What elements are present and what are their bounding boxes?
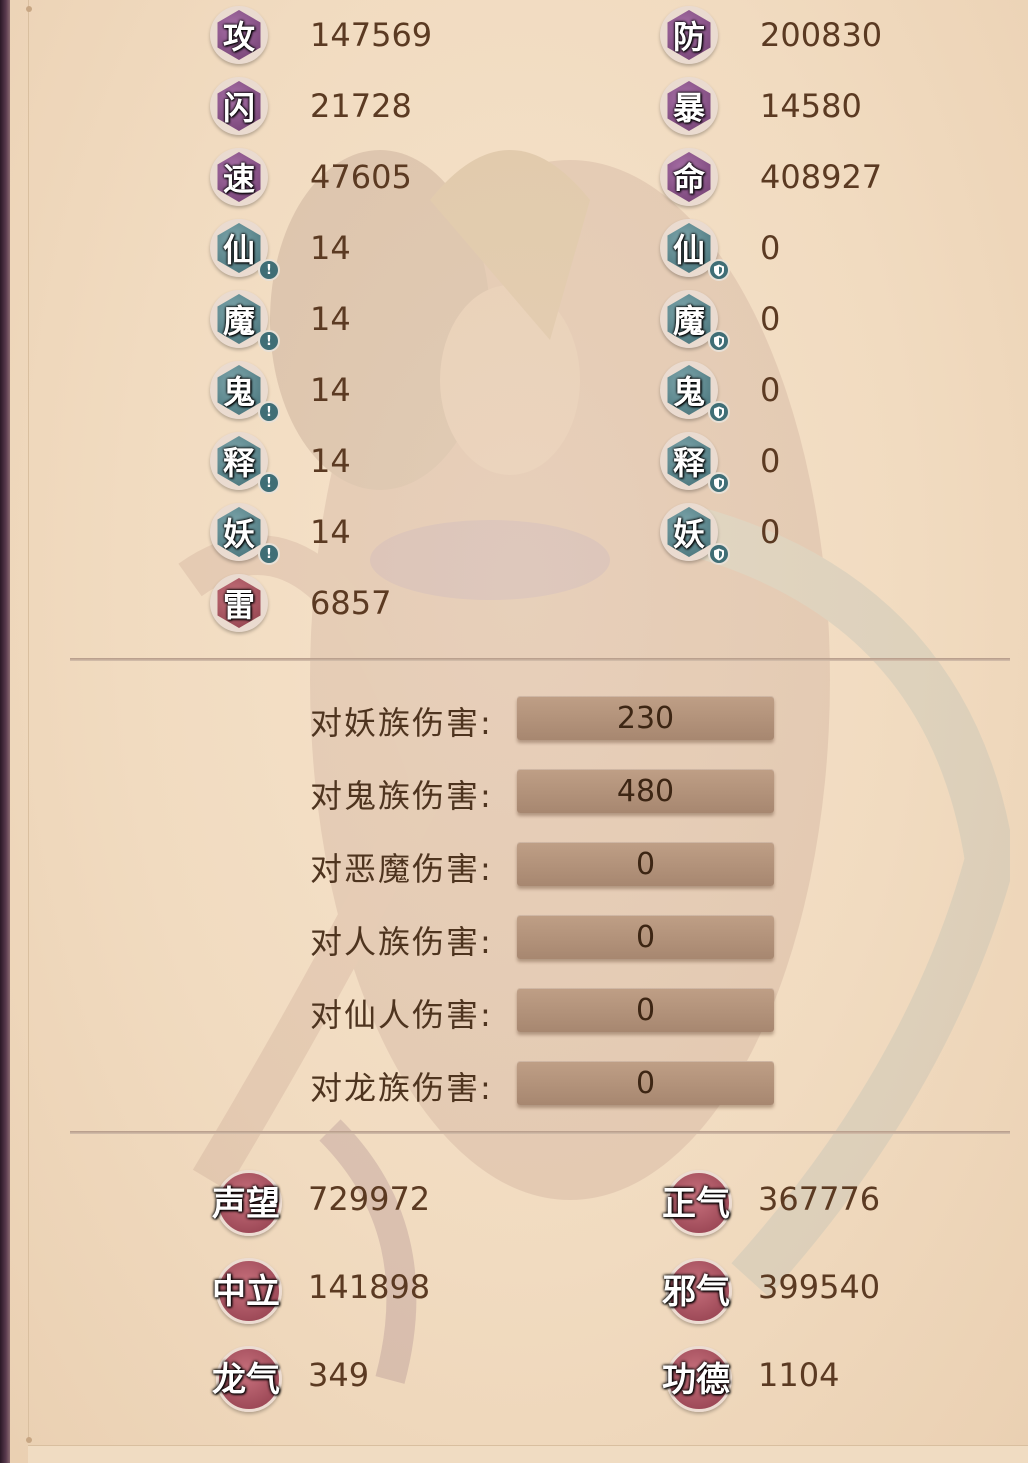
exclamation-icon: ! bbox=[258, 543, 280, 565]
reputation-label: 功德 bbox=[662, 1360, 730, 1400]
damage-value-box: 480 bbox=[517, 769, 774, 813]
reputation-label: 中立 bbox=[212, 1272, 280, 1312]
damage-value-box: 230 bbox=[517, 696, 774, 740]
panel-bottom-edge bbox=[28, 1445, 1028, 1463]
stat-icon: 仙 bbox=[667, 223, 711, 273]
stat-icon: 魔 bbox=[217, 294, 261, 344]
shield-icon bbox=[708, 401, 730, 423]
panel-rivet bbox=[26, 1437, 32, 1443]
reputation-label: 声望 bbox=[212, 1184, 280, 1224]
stat-icon: 妖 bbox=[667, 507, 711, 557]
stat-icon: 速 bbox=[217, 152, 261, 202]
stat-value: 200830 bbox=[760, 16, 883, 54]
stat-badge[interactable]: 鬼 bbox=[660, 361, 730, 423]
damage-label: 对恶魔伤害: bbox=[310, 850, 493, 888]
reputation-value: 399540 bbox=[758, 1268, 881, 1306]
exclamation-icon: ! bbox=[258, 401, 280, 423]
stat-icon: 命 bbox=[667, 152, 711, 202]
stat-value: 14 bbox=[310, 513, 351, 551]
panel-border bbox=[28, 0, 29, 1440]
damage-value-box: 0 bbox=[517, 988, 774, 1032]
stat-badge[interactable]: 魔! bbox=[210, 290, 280, 352]
shield-icon bbox=[708, 259, 730, 281]
stat-value: 14580 bbox=[760, 87, 862, 125]
stat-badge[interactable]: 释! bbox=[210, 432, 280, 494]
stat-value: 0 bbox=[760, 371, 781, 409]
stat-badge[interactable]: 暴 bbox=[660, 77, 718, 135]
stat-badge[interactable]: 速 bbox=[210, 148, 268, 206]
stat-icon: 攻 bbox=[217, 10, 261, 60]
stat-value: 14 bbox=[310, 300, 351, 338]
damage-value-box: 0 bbox=[517, 842, 774, 886]
stat-badge[interactable]: 命 bbox=[660, 148, 718, 206]
damage-label: 对鬼族伤害: bbox=[310, 777, 493, 815]
stat-value: 0 bbox=[760, 300, 781, 338]
stat-badge[interactable]: 仙 bbox=[660, 219, 730, 281]
reputation-value: 1104 bbox=[758, 1356, 840, 1394]
stat-icon: 雷 bbox=[217, 578, 261, 628]
stat-value: 14 bbox=[310, 442, 351, 480]
stat-value: 0 bbox=[760, 513, 781, 551]
stat-icon: 释 bbox=[217, 436, 261, 486]
stat-value: 408927 bbox=[760, 158, 883, 196]
stat-badge[interactable]: 鬼! bbox=[210, 361, 280, 423]
stat-value: 21728 bbox=[310, 87, 412, 125]
reputation-label: 龙气 bbox=[212, 1360, 280, 1400]
stat-icon: 妖 bbox=[217, 507, 261, 557]
shield-icon bbox=[708, 543, 730, 565]
stat-icon: 闪 bbox=[217, 81, 261, 131]
stat-badge[interactable]: 妖! bbox=[210, 503, 280, 565]
reputation-label: 邪气 bbox=[662, 1272, 730, 1312]
section-divider bbox=[70, 658, 1010, 661]
exclamation-icon: ! bbox=[258, 330, 280, 352]
window-frame-left bbox=[0, 0, 10, 1463]
damage-label: 对人族伤害: bbox=[310, 923, 493, 961]
reputation-value: 729972 bbox=[308, 1180, 431, 1218]
reputation-label: 正气 bbox=[662, 1184, 730, 1224]
stat-badge[interactable]: 雷 bbox=[210, 574, 268, 632]
stat-value: 0 bbox=[760, 229, 781, 267]
reputation-value: 141898 bbox=[308, 1268, 431, 1306]
stat-badge[interactable]: 释 bbox=[660, 432, 730, 494]
damage-label: 对龙族伤害: bbox=[310, 1069, 493, 1107]
stat-icon: 防 bbox=[667, 10, 711, 60]
stat-value: 14 bbox=[310, 229, 351, 267]
stat-icon: 仙 bbox=[217, 223, 261, 273]
exclamation-icon: ! bbox=[258, 259, 280, 281]
stat-icon: 魔 bbox=[667, 294, 711, 344]
exclamation-icon: ! bbox=[258, 472, 280, 494]
stat-badge[interactable]: 防 bbox=[660, 6, 718, 64]
reputation-value: 349 bbox=[308, 1356, 370, 1394]
section-divider bbox=[70, 1131, 1010, 1134]
damage-label: 对妖族伤害: bbox=[310, 704, 493, 742]
stat-value: 47605 bbox=[310, 158, 412, 196]
stat-badge[interactable]: 闪 bbox=[210, 77, 268, 135]
stat-badge[interactable]: 攻 bbox=[210, 6, 268, 64]
reputation-value: 367776 bbox=[758, 1180, 881, 1218]
stat-icon: 释 bbox=[667, 436, 711, 486]
stat-value: 14 bbox=[310, 371, 351, 409]
shield-icon bbox=[708, 472, 730, 494]
stat-badge[interactable]: 妖 bbox=[660, 503, 730, 565]
stat-value: 6857 bbox=[310, 584, 392, 622]
damage-value-box: 0 bbox=[517, 915, 774, 959]
stat-value: 0 bbox=[760, 442, 781, 480]
stat-icon: 鬼 bbox=[217, 365, 261, 415]
stat-badge[interactable]: 仙! bbox=[210, 219, 280, 281]
stat-value: 147569 bbox=[310, 16, 433, 54]
stat-badge[interactable]: 魔 bbox=[660, 290, 730, 352]
stat-icon: 鬼 bbox=[667, 365, 711, 415]
stat-icon: 暴 bbox=[667, 81, 711, 131]
damage-value-box: 0 bbox=[517, 1061, 774, 1105]
damage-label: 对仙人伤害: bbox=[310, 996, 493, 1034]
shield-icon bbox=[708, 330, 730, 352]
panel-rivet bbox=[26, 6, 32, 12]
